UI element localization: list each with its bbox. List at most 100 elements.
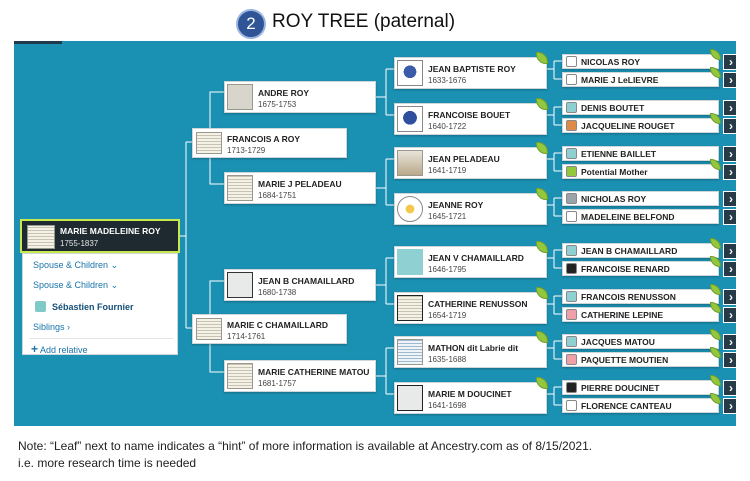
expand-arrow-button[interactable]: › <box>723 72 736 88</box>
person-photo <box>196 132 222 154</box>
person-name: JACQUES MATOU <box>581 337 655 347</box>
person-name: JEAN PELADEAU <box>428 154 500 164</box>
expand-arrow-button[interactable]: › <box>723 334 736 350</box>
person-dates: 1714-1761 <box>227 332 266 341</box>
ancestor-card[interactable]: Potential Mother <box>562 159 721 179</box>
expand-arrow-button[interactable]: › <box>723 261 736 277</box>
person-name: JEANNE ROY <box>428 200 484 210</box>
person-icon <box>566 263 577 274</box>
religious-emblem-icon <box>397 196 423 222</box>
ancestor-card[interactable]: FLORENCE CANTEAU <box>562 393 721 413</box>
spouse-avatar-icon <box>35 301 46 312</box>
spouse-children-link-1[interactable]: Spouse & Children ⌄ <box>33 260 118 271</box>
person-silhouette-icon <box>397 249 423 275</box>
footnote: Note: “Leaf” next to name indicates a “h… <box>18 438 743 472</box>
ancestor-card[interactable]: MADELEINE BELFOND <box>562 209 719 224</box>
expand-arrow-button[interactable]: › <box>723 352 736 368</box>
great-grandparent-card[interactable]: JEAN BAPTISTE ROY 1633-1676 <box>394 52 548 89</box>
root-person-photo <box>27 225 55 249</box>
expand-arrow-button[interactable]: › <box>723 146 736 162</box>
person-name: MADELEINE BELFOND <box>581 212 675 222</box>
ancestor-card[interactable]: ETIENNE BAILLET <box>562 146 719 161</box>
person-name: FRANCOIS RENUSSON <box>581 292 676 302</box>
great-grandparent-card[interactable]: MARIE M DOUCINET 1641-1698 <box>394 377 548 414</box>
person-name: DENIS BOUTET <box>581 103 645 113</box>
person-name: ANDRE ROY <box>258 88 310 98</box>
great-grandparent-card[interactable]: JEANNE ROY 1645-1721 <box>394 188 548 225</box>
ancestor-card[interactable]: JEAN B CHAMAILLARD <box>562 238 721 258</box>
chevron-right-icon: › <box>67 322 71 332</box>
person-photo <box>397 295 423 321</box>
person-dates: 1645-1721 <box>428 212 467 221</box>
ancestor-card[interactable]: CATHERINE LEPINE <box>562 302 721 322</box>
coat-of-arms-icon <box>397 60 423 86</box>
expand-arrow-button[interactable]: › <box>723 191 736 207</box>
grandparent-card[interactable]: MARIE J PELADEAU 1684-1751 <box>224 172 376 204</box>
person-icon <box>566 382 577 393</box>
person-icon <box>566 193 577 204</box>
grandparent-card[interactable]: MARIE CATHERINE MATOU 1681-1757 <box>224 360 376 392</box>
coat-of-arms-icon <box>397 106 423 132</box>
person-photo <box>227 272 253 298</box>
ancestor-card[interactable]: DENIS BOUTET <box>562 100 719 115</box>
expand-arrow-button[interactable]: › <box>723 100 736 116</box>
family-tree-view: MARIE MADELEINE ROY 1755-1837 Spouse & C… <box>14 41 736 426</box>
person-name: FRANCOISE BOUET <box>428 110 511 120</box>
person-photo <box>227 84 253 110</box>
person-icon <box>566 120 577 131</box>
person-name: MARIE CATHERINE MATOU <box>258 367 370 377</box>
ancestor-card[interactable]: NICHOLAS ROY <box>562 191 719 206</box>
person-name: PAQUETTE MOUTIEN <box>581 355 669 365</box>
grandparent-card[interactable]: ANDRE ROY 1675-1753 <box>224 81 376 113</box>
expand-arrow-button[interactable]: › <box>723 54 736 70</box>
great-grandparent-card[interactable]: FRANCOISE BOUET 1640-1722 <box>394 98 548 135</box>
ancestor-card[interactable]: PIERRE DOUCINET <box>562 375 721 395</box>
ancestor-card[interactable]: MARIE J LeLIEVRE <box>562 67 721 87</box>
expand-arrow-button[interactable]: › <box>723 380 736 396</box>
ancestor-card[interactable]: JACQUES MATOU <box>562 329 721 349</box>
ancestor-card[interactable]: FRANCOIS RENUSSON <box>562 284 721 304</box>
person-icon <box>566 354 577 365</box>
person-name: CATHERINE RENUSSON <box>428 299 528 309</box>
person-dates: 1635-1688 <box>428 355 467 364</box>
ancestor-card[interactable]: JACQUELINE ROUGET <box>562 113 721 133</box>
footnote-line-2: i.e. more research time is needed <box>18 456 197 470</box>
spouse-children-link-2[interactable]: Spouse & Children ⌄ <box>33 280 118 291</box>
ancestor-card[interactable]: FRANCOISE RENARD <box>562 256 721 276</box>
footnote-line-1: Note: “Leaf” next to name indicates a “h… <box>18 439 593 453</box>
expand-arrow-button[interactable]: › <box>723 118 736 134</box>
person-dates: 1641-1698 <box>428 401 467 410</box>
person-icon <box>566 400 577 411</box>
ancestor-card[interactable]: NICOLAS ROY <box>562 49 721 69</box>
parent-card-mother[interactable]: MARIE C CHAMAILLARD 1714-1761 <box>192 314 347 344</box>
great-grandparent-card[interactable]: CATHERINE RENUSSON 1654-1719 <box>394 287 548 324</box>
expand-arrow-button[interactable]: › <box>723 243 736 259</box>
add-relative-link[interactable]: + Add relative <box>31 342 88 356</box>
spouse-name-link[interactable]: Sébastien Fournier <box>52 302 134 312</box>
great-grandparent-card[interactable]: MATHON dit Labrie dit 1635-1688 <box>394 331 548 368</box>
person-photo <box>397 385 423 411</box>
siblings-link[interactable]: Siblings › <box>33 322 70 332</box>
person-icon <box>566 74 577 85</box>
person-photo <box>397 150 423 176</box>
person-name: MATHON dit Labrie dit <box>428 343 519 353</box>
person-icon <box>566 56 577 67</box>
grandparent-card[interactable]: JEAN B CHAMAILLARD 1680-1738 <box>224 269 376 301</box>
person-icon <box>566 148 577 159</box>
ancestor-card[interactable]: PAQUETTE MOUTIEN <box>562 347 721 367</box>
person-name: CATHERINE LEPINE <box>581 310 664 320</box>
header: 2 ROY TREE (paternal) <box>0 4 750 39</box>
expand-arrow-button[interactable]: › <box>723 164 736 180</box>
expand-arrow-button[interactable]: › <box>723 289 736 305</box>
expand-arrow-button[interactable]: › <box>723 209 736 225</box>
parent-card-father[interactable]: FRANCOIS A ROY 1713-1729 <box>192 128 347 158</box>
expand-arrow-button[interactable]: › <box>723 307 736 323</box>
great-grandparent-card[interactable]: JEAN PELADEAU 1641-1719 <box>394 142 548 179</box>
great-grandparent-card[interactable]: JEAN V CHAMAILLARD 1646-1795 <box>394 241 548 278</box>
person-name: JEAN V CHAMAILLARD <box>428 253 524 263</box>
root-person-card[interactable]: MARIE MADELEINE ROY 1755-1837 <box>20 219 180 253</box>
person-dates: 1713-1729 <box>227 146 266 155</box>
person-dates: 1675-1753 <box>258 100 297 109</box>
expand-arrow-button[interactable]: › <box>723 398 736 414</box>
person-name: JEAN B CHAMAILLARD <box>581 246 678 256</box>
